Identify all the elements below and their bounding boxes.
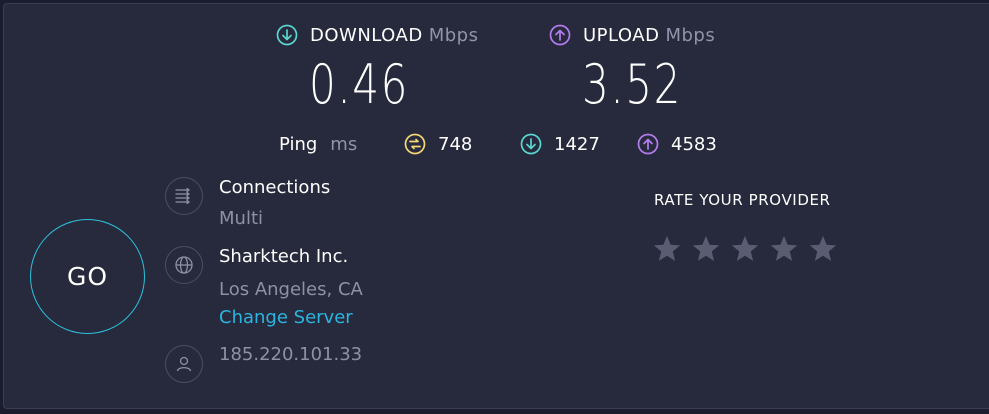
upload-label: UPLOAD — [583, 24, 660, 46]
connections-icon[interactable] — [165, 177, 203, 215]
download-speed-value: 0.46 — [309, 53, 410, 116]
jitter-icon — [404, 133, 426, 155]
connections-title: Connections — [219, 177, 331, 198]
ping-download-value: 1427 — [554, 133, 600, 155]
arrow-down-circle-icon — [520, 133, 542, 155]
arrow-up-circle-icon — [549, 24, 571, 46]
ping-idle: 748 — [404, 131, 472, 157]
globe-icon — [165, 246, 203, 284]
star-1-icon[interactable] — [652, 234, 682, 264]
change-server-link[interactable]: Change Server — [219, 307, 353, 328]
arrow-down-circle-icon — [276, 24, 298, 46]
user-icon — [165, 345, 203, 383]
ping-upload: 4583 — [637, 131, 717, 157]
ping-download: 1427 — [520, 131, 600, 157]
go-button[interactable]: GO — [30, 219, 145, 334]
star-2-icon[interactable] — [691, 234, 721, 264]
server-name: Sharktech Inc. — [219, 246, 349, 267]
star-5-icon[interactable] — [808, 234, 838, 264]
upload-speed-value: 3.52 — [582, 53, 683, 116]
download-label: DOWNLOAD — [310, 24, 423, 46]
upload-header: UPLOAD Mbps — [549, 24, 715, 46]
ping-row: Ping ms — [279, 131, 357, 157]
download-unit: Mbps — [428, 24, 479, 46]
star-3-icon[interactable] — [730, 234, 760, 264]
ping-idle-value: 748 — [438, 133, 473, 155]
rating-stars — [652, 234, 847, 264]
results-panel — [3, 3, 989, 409]
ping-unit: ms — [330, 133, 358, 155]
star-4-icon[interactable] — [769, 234, 799, 264]
rate-provider-title: RATE YOUR PROVIDER — [654, 191, 831, 209]
download-header: DOWNLOAD Mbps — [276, 24, 478, 46]
ping-label: Ping — [279, 133, 318, 155]
client-ip: 185.220.101.33 — [219, 344, 363, 365]
server-location: Los Angeles, CA — [219, 279, 363, 300]
arrow-up-circle-icon — [637, 133, 659, 155]
connections-value: Multi — [219, 208, 263, 229]
upload-unit: Mbps — [665, 24, 716, 46]
ping-upload-value: 4583 — [671, 133, 717, 155]
